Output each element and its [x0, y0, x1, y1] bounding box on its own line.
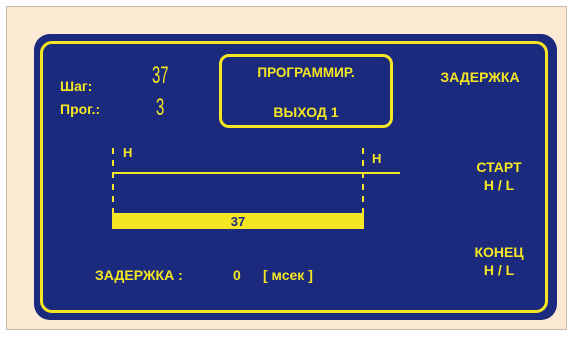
mode-box[interactable]: ПРОГРАММИР. ВЫХОД 1: [219, 54, 393, 128]
delay-softkey-label: ЗАДЕРЖКА: [440, 69, 520, 85]
end-softkey-level: H / L: [483, 262, 515, 278]
mode-title: ПРОГРАММИР.: [257, 65, 355, 80]
start-level-label: H: [123, 145, 133, 160]
pulse-bar: 37: [112, 213, 364, 229]
start-softkey-level: H / L: [483, 177, 515, 193]
pulse-bar-value: 37: [230, 214, 246, 229]
step-label: Шаг:: [60, 78, 93, 94]
footer-delay-value: 0: [233, 267, 241, 283]
step-value: 37: [152, 62, 169, 89]
start-softkey[interactable]: СТАРТ H / L: [460, 158, 538, 194]
delay-softkey[interactable]: ЗАДЕРЖКА: [430, 68, 530, 86]
start-softkey-label: СТАРТ: [476, 159, 522, 175]
signal-line: [112, 172, 400, 174]
prog-label: Прог.:: [60, 101, 101, 117]
end-level-label: H: [372, 151, 382, 166]
end-softkey-label: КОНЕЦ: [474, 244, 524, 260]
footer-delay-unit: [ мсек ]: [263, 267, 313, 283]
prog-value: 3: [156, 94, 165, 121]
footer-delay-label: ЗАДЕРЖКА :: [95, 267, 183, 283]
end-softkey[interactable]: КОНЕЦ H / L: [460, 243, 538, 279]
mode-output: ВЫХОД 1: [273, 104, 339, 120]
